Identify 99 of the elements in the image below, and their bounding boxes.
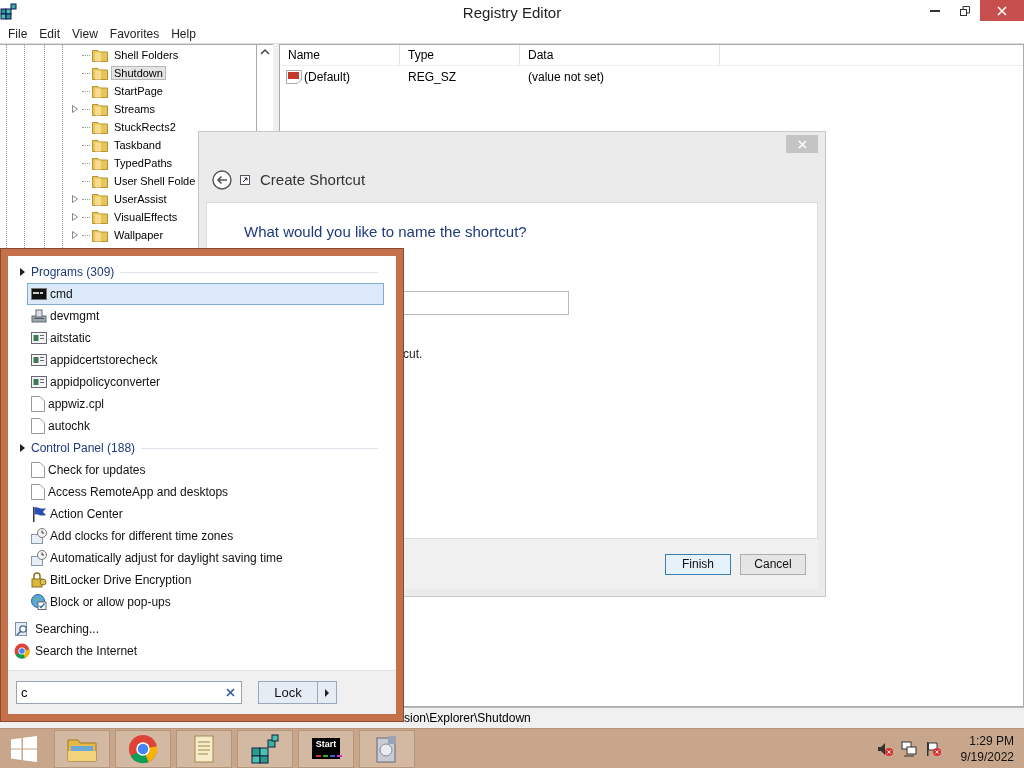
menu-item[interactable]: Help — [165, 26, 202, 41]
windows-logo-icon — [11, 735, 37, 762]
group-header[interactable]: Control Panel (188) — [31, 441, 136, 455]
tree-item[interactable]: TypedPaths — [111, 156, 176, 170]
folder-icon — [92, 228, 108, 242]
table-cell-text: (value not set) — [527, 70, 606, 84]
tree-item[interactable]: User Shell Folde — [111, 174, 199, 188]
tree-item[interactable]: StuckRects2 — [111, 120, 179, 134]
clock-time[interactable]: 1:29 PM — [969, 732, 1014, 749]
taskbar-button[interactable] — [359, 729, 415, 768]
folder-icon — [92, 120, 108, 134]
folder-icon — [92, 174, 108, 188]
result-item[interactable]: appidcertstorecheck — [27, 349, 384, 371]
folder-icon — [92, 84, 108, 98]
document-icon — [31, 484, 45, 500]
result-item[interactable]: appidpolicyconverter — [27, 371, 384, 393]
folder-icon — [92, 138, 108, 152]
taskbar-button[interactable] — [115, 729, 171, 768]
result-item[interactable]: Action Center — [27, 503, 384, 525]
result-item[interactable]: devmgmt — [27, 305, 384, 327]
table-cell: (Default) — [304, 70, 350, 84]
group-header[interactable]: Programs (309) — [31, 265, 115, 279]
search-icon — [14, 621, 30, 637]
search-field[interactable]: c — [16, 681, 242, 704]
window-icon — [31, 353, 47, 367]
taskbar-button[interactable]: Start — [298, 729, 354, 768]
window-title: Registry Editor — [462, 3, 562, 21]
browser-icon — [128, 733, 158, 764]
close-icon — [797, 139, 807, 149]
result-item[interactable]: autochk — [27, 415, 384, 437]
clock-icon — [31, 550, 47, 566]
flag-icon[interactable] — [924, 740, 941, 757]
tree-item[interactable]: Taskband — [111, 138, 165, 152]
result-item[interactable]: cmd — [27, 283, 384, 305]
result-item[interactable]: Block or allow pop-ups — [27, 591, 384, 613]
window-icon — [31, 331, 47, 345]
dialog-title: Create Shortcut — [260, 171, 366, 188]
menu-item[interactable]: File — [2, 26, 34, 41]
cubes-icon — [250, 733, 280, 764]
tree-item[interactable]: Streams — [111, 102, 158, 116]
tree-item[interactable]: UserAssist — [111, 192, 170, 206]
clock-icon — [31, 528, 47, 544]
device-icon — [31, 308, 47, 324]
result-item[interactable]: Automatically adjust for daylight saving time — [27, 547, 384, 569]
caret-icon — [325, 688, 329, 697]
restore-icon — [960, 5, 970, 16]
search-link[interactable]: Searching... — [35, 622, 100, 636]
key-icon — [31, 572, 47, 588]
result-item[interactable]: Add clocks for different time zones — [27, 525, 384, 547]
document-icon — [31, 418, 45, 434]
menu-item[interactable]: Favorites — [103, 26, 166, 41]
network-icon[interactable] — [900, 740, 917, 757]
result-item[interactable]: Check for updates — [27, 459, 384, 481]
shortcut-icon — [240, 174, 250, 185]
table-cell-text: REG_SZ — [407, 70, 457, 84]
folder-icon — [92, 210, 108, 224]
result-item[interactable]: Access RemoteApp and desktops — [27, 481, 384, 503]
document-icon — [31, 462, 45, 478]
taskbar-button[interactable] — [237, 729, 293, 768]
dialog-button[interactable]: Finish — [665, 553, 731, 575]
tree-item[interactable]: StartPage — [111, 84, 166, 98]
result-item[interactable]: BitLocker Drive Encryption — [27, 569, 384, 591]
clear-icon[interactable] — [226, 688, 235, 697]
column-header[interactable]: Name — [280, 45, 400, 65]
browser-icon — [14, 643, 30, 659]
folder-icon — [92, 66, 108, 80]
minimize-icon — [930, 9, 940, 12]
tree-item[interactable]: VisualEffects — [111, 210, 181, 224]
tree-item[interactable]: Shell Folders — [111, 48, 182, 62]
tree-item[interactable]: Wallpaper — [111, 228, 167, 242]
close-icon — [997, 5, 1007, 16]
string-value-icon — [286, 70, 302, 84]
globe-icon — [31, 594, 47, 610]
window-icon — [31, 375, 47, 389]
dialog-button[interactable]: Cancel — [740, 553, 806, 575]
hint-text: cut. — [403, 347, 424, 361]
menu-item[interactable]: Edit — [33, 26, 67, 41]
flag-icon — [31, 506, 47, 522]
folder-icon — [92, 192, 108, 206]
console-icon — [31, 287, 47, 301]
tree-item[interactable]: Shutdown — [111, 66, 166, 80]
clock-date[interactable]: 9/19/2022 — [960, 748, 1014, 765]
folder-icon — [92, 102, 108, 116]
scroll-icon — [191, 733, 217, 764]
expand-arrow-icon[interactable] — [20, 444, 25, 452]
folder-icon — [92, 48, 108, 62]
dialog-heading: What would you like to name the shortcut? — [244, 223, 528, 240]
status-text: sion\Explorer\Shutdown — [404, 711, 531, 725]
column-header[interactable]: Type — [400, 45, 520, 65]
cubes-icon — [0, 3, 18, 21]
result-item[interactable]: aitstatic — [27, 327, 384, 349]
expand-arrow-icon[interactable] — [20, 268, 25, 276]
column-header[interactable]: Data — [520, 45, 720, 65]
search-link[interactable]: Search the Internet — [35, 644, 138, 658]
folder-icon — [92, 156, 108, 170]
result-item[interactable]: appwiz.cpl — [27, 393, 384, 415]
start-screen-icon: Start — [311, 738, 341, 759]
document-icon — [31, 396, 45, 412]
menu-item[interactable]: View — [66, 26, 104, 41]
